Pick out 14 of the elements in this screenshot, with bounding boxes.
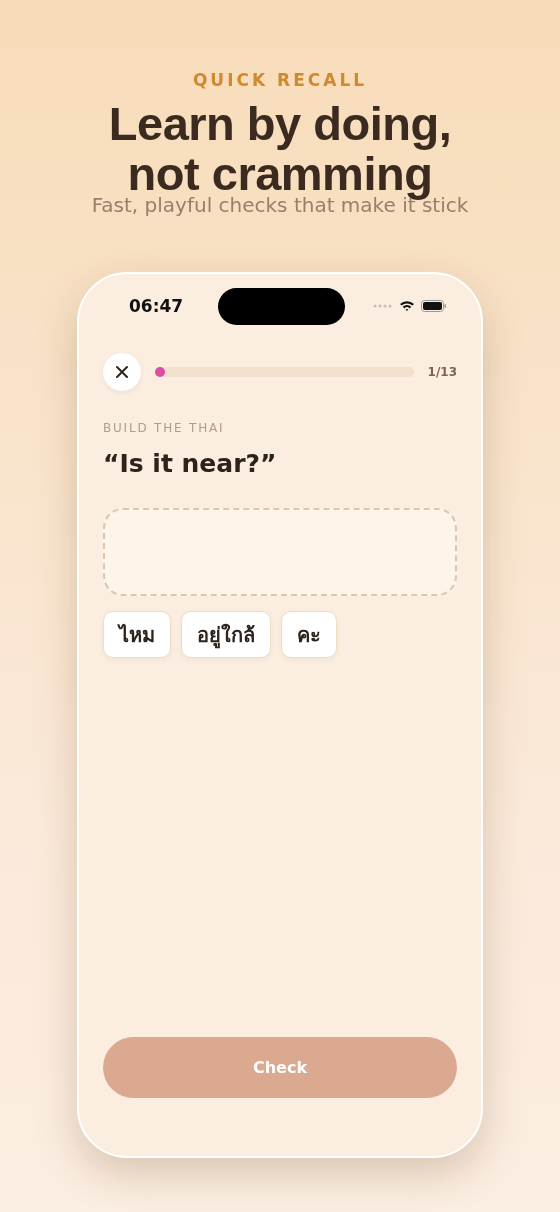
eyebrow-label: QUICK RECALL [192,69,368,91]
instruction-label: BUILD THE THAI [103,421,226,435]
word-tile[interactable]: ไหม [103,611,171,658]
close-button[interactable] [103,353,141,391]
word-tile[interactable]: อยู่ใกล้ [181,611,271,658]
progress-counter: 1/13 [427,365,457,379]
wifi-icon [399,300,415,312]
signal-icon [373,304,393,308]
status-time: 06:47 [129,296,185,316]
word-tile[interactable]: คะ [281,611,337,658]
prompt-text: “Is it near?” [103,449,278,478]
headline: Learn by doing, [108,99,452,149]
close-icon [115,365,129,379]
battery-icon [421,300,447,312]
